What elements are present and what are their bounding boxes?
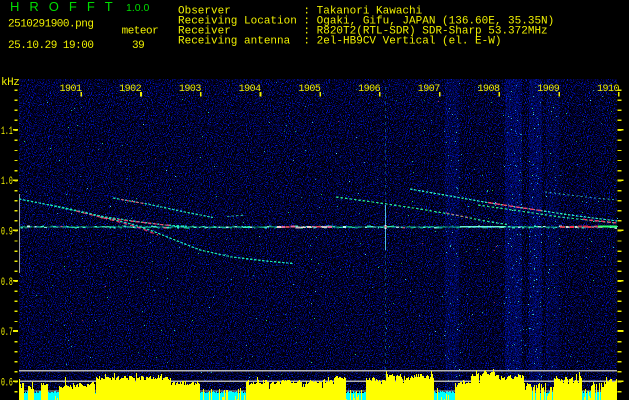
svg-text:1.1: 1.1 [1,126,13,138]
svg-text:kHz: kHz [1,77,19,89]
svg-text:1909: 1909 [537,84,560,95]
svg-text:1910: 1910 [597,84,620,95]
svg-text:meteor: meteor [122,25,159,37]
svg-text:0.7: 0.7 [1,327,13,339]
svg-text:HROFFT: HROFFT [10,0,123,14]
svg-text:1901: 1901 [59,84,82,95]
svg-text:0.9: 0.9 [1,227,13,239]
svg-text:1902: 1902 [119,84,142,95]
svg-text:39: 39 [132,40,144,52]
svg-text:0.6: 0.6 [1,377,13,389]
svg-text:1.0.0: 1.0.0 [126,2,150,14]
svg-text:1904: 1904 [239,84,262,95]
svg-text:25.10.29 19:00: 25.10.29 19:00 [8,40,93,52]
svg-text:1907: 1907 [418,84,441,95]
svg-text:1.0: 1.0 [1,176,13,188]
svg-text:Receiving antenna : 2el-HB9CV: Receiving antenna : 2el-HB9CV Vertical (… [178,36,501,48]
svg-text:0.8: 0.8 [1,277,13,289]
svg-text:1908: 1908 [477,84,500,95]
svg-text:1906: 1906 [358,84,381,95]
svg-text:2510291900.png: 2510291900.png [8,19,93,31]
svg-text:1903: 1903 [179,84,202,95]
svg-text:1905: 1905 [298,84,321,95]
